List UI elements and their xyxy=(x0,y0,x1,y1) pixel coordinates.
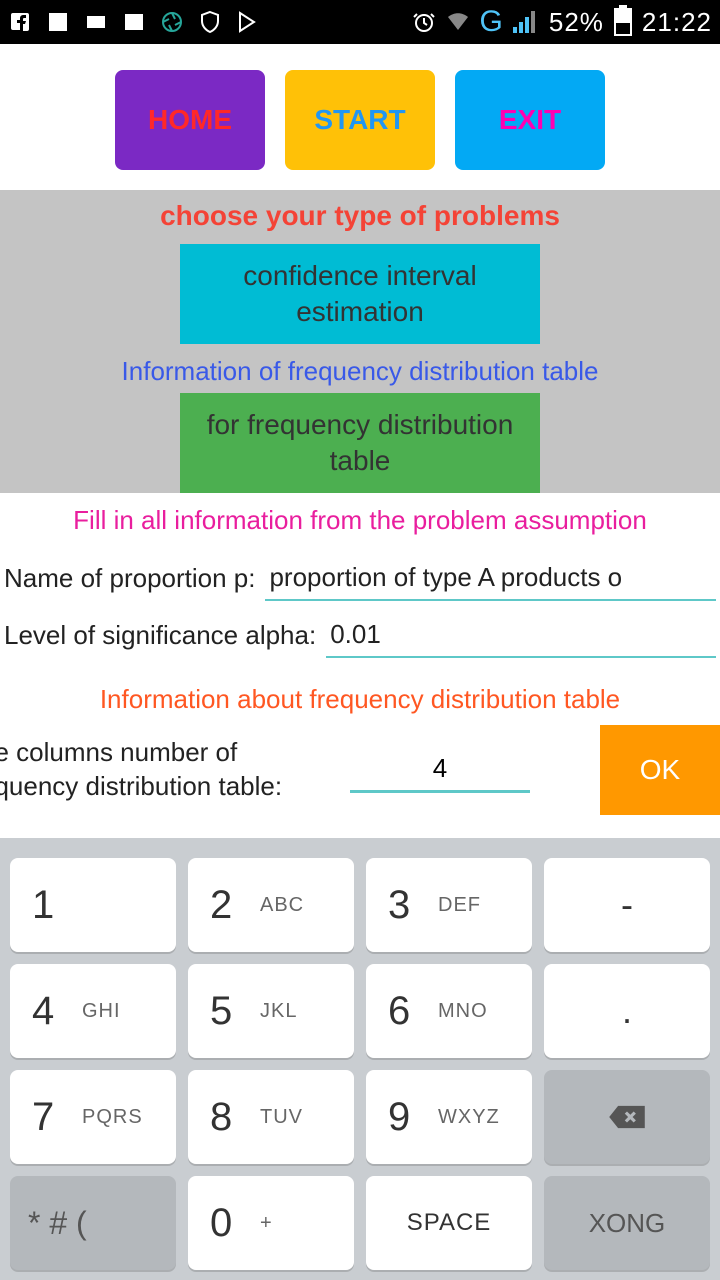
proportion-input[interactable] xyxy=(265,556,716,601)
wifi-icon xyxy=(446,10,470,34)
top-nav: HOME START EXIT xyxy=(0,44,720,190)
alarm-icon xyxy=(412,10,436,34)
youtube-icon xyxy=(46,10,70,34)
key-7[interactable]: 7PQRS xyxy=(10,1070,176,1164)
aperture-icon xyxy=(160,10,184,34)
backspace-icon xyxy=(607,1103,647,1131)
columns-label: he columns number of equency distributio… xyxy=(0,736,340,804)
key-symbols[interactable]: * # ( xyxy=(10,1176,176,1270)
key-2[interactable]: 2ABC xyxy=(188,858,354,952)
facebook-icon xyxy=(8,10,32,34)
status-bar: G 52% 21:22 xyxy=(0,0,720,44)
network-g-icon: G xyxy=(480,5,503,39)
numeric-keypad: 1 2ABC 3DEF - 4GHI 5JKL 6MNO . 7PQRS 8TU… xyxy=(0,838,720,1280)
key-1[interactable]: 1 xyxy=(10,858,176,952)
key-done[interactable]: XONG xyxy=(544,1176,710,1270)
shield-icon xyxy=(198,10,222,34)
exit-button[interactable]: EXIT xyxy=(455,70,605,170)
key-backspace[interactable] xyxy=(544,1070,710,1164)
status-time: 21:22 xyxy=(642,7,712,38)
battery-percent: 52% xyxy=(549,7,604,38)
key-8[interactable]: 8TUV xyxy=(188,1070,354,1164)
columns-input[interactable] xyxy=(350,747,530,793)
fill-info-heading: Fill in all information from the problem… xyxy=(0,493,720,550)
home-button[interactable]: HOME xyxy=(115,70,265,170)
signal-icon xyxy=(513,11,539,33)
key-4[interactable]: 4GHI xyxy=(10,964,176,1058)
battery-icon xyxy=(614,8,632,36)
proportion-label: Name of proportion p: xyxy=(4,563,255,594)
start-button[interactable]: START xyxy=(285,70,435,170)
problem-type-section: choose your type of problems confidence … xyxy=(0,190,720,493)
key-3[interactable]: 3DEF xyxy=(366,858,532,952)
alpha-row: Level of significance alpha: xyxy=(0,607,720,664)
freq-distribution-button[interactable]: for frequency distribution table xyxy=(180,393,540,493)
key-6[interactable]: 6MNO xyxy=(366,964,532,1058)
key-dot[interactable]: . xyxy=(544,964,710,1058)
keyboard-icon xyxy=(84,10,108,34)
choose-type-heading: choose your type of problems xyxy=(0,190,720,238)
key-5[interactable]: 5JKL xyxy=(188,964,354,1058)
key-9[interactable]: 9WXYZ xyxy=(366,1070,532,1164)
freq-table-info-heading: Information about frequency distribution… xyxy=(0,664,720,725)
play-store-icon xyxy=(236,10,260,34)
image-icon xyxy=(122,10,146,34)
alpha-input[interactable] xyxy=(326,613,716,658)
key-dash[interactable]: - xyxy=(544,858,710,952)
key-0[interactable]: 0+ xyxy=(188,1176,354,1270)
freq-info-heading: Information of frequency distribution ta… xyxy=(0,344,720,393)
key-space[interactable]: SPACE xyxy=(366,1176,532,1270)
ok-button[interactable]: OK xyxy=(600,725,720,815)
proportion-row: Name of proportion p: xyxy=(0,550,720,607)
alpha-label: Level of significance alpha: xyxy=(4,620,316,651)
columns-row: he columns number of equency distributio… xyxy=(0,725,720,815)
confidence-interval-button[interactable]: confidence interval estimation xyxy=(180,244,540,344)
